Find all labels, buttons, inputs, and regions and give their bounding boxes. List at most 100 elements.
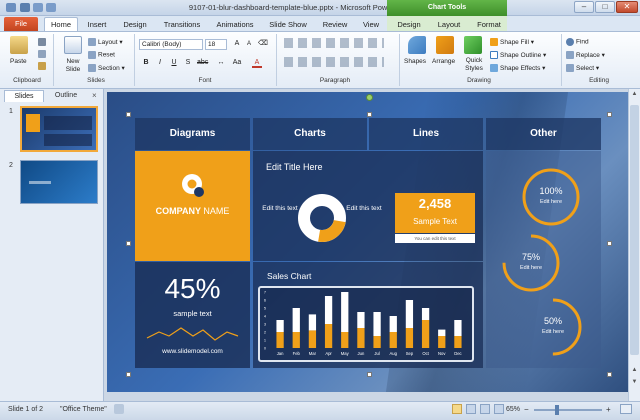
zoom-in-icon[interactable]: + bbox=[606, 405, 611, 414]
bar-segment-base[interactable] bbox=[389, 332, 397, 348]
selection-handle[interactable] bbox=[126, 372, 131, 377]
bar-segment-base[interactable] bbox=[373, 336, 381, 348]
tab-chart-format[interactable]: Format bbox=[472, 18, 506, 31]
format-painter-icon[interactable] bbox=[38, 62, 46, 70]
strikethrough-button[interactable]: abc bbox=[197, 58, 208, 68]
font-color-button[interactable]: A bbox=[252, 58, 262, 68]
find-button[interactable]: Find bbox=[566, 38, 589, 46]
slide-thumbnail-1[interactable] bbox=[20, 106, 98, 152]
save-icon[interactable] bbox=[20, 3, 30, 12]
font-name-select[interactable]: Calibri (Body) bbox=[139, 39, 203, 50]
bar-segment-top[interactable] bbox=[438, 329, 446, 336]
selection-handle[interactable] bbox=[607, 372, 612, 377]
select-button[interactable]: Select ▾ bbox=[566, 64, 599, 73]
maximize-button[interactable]: □ bbox=[595, 1, 615, 13]
app-icon[interactable] bbox=[6, 3, 16, 12]
bar-segment-base[interactable] bbox=[324, 324, 333, 348]
replace-button[interactable]: Replace ▾ bbox=[566, 51, 605, 60]
shrink-font-button[interactable]: A bbox=[244, 39, 254, 49]
tab-file[interactable]: File bbox=[4, 17, 38, 31]
sales-bar-chart[interactable]: 7 6 5 4 3 2 1 0 Jan Feb Mar Apr May Jun Jul Aug Sep Oct No… bbox=[260, 288, 472, 360]
shape-fill-button[interactable]: Shape Fill ▾ bbox=[490, 38, 534, 47]
tab-slide-show[interactable]: Slide Show bbox=[266, 18, 310, 31]
shape-effects-button[interactable]: Shape Effects ▾ bbox=[490, 64, 545, 73]
bar-segment-base[interactable] bbox=[341, 332, 349, 348]
paragraph-list-buttons[interactable] bbox=[284, 38, 384, 48]
zoom-out-icon[interactable]: − bbox=[524, 405, 529, 414]
tab-chart-design[interactable]: Design bbox=[392, 18, 426, 31]
quick-styles-icon[interactable] bbox=[464, 36, 482, 54]
bar-segment-base[interactable] bbox=[405, 328, 414, 348]
section-button[interactable]: Section ▾ bbox=[88, 64, 125, 73]
selection-handle[interactable] bbox=[126, 112, 131, 117]
tab-transitions[interactable]: Transitions bbox=[158, 18, 206, 31]
slide-thumbnail-2[interactable] bbox=[20, 160, 98, 204]
char-spacing-button[interactable]: ↔ bbox=[216, 58, 226, 68]
redo-icon[interactable] bbox=[46, 3, 56, 12]
bar-segment-top[interactable] bbox=[324, 296, 333, 324]
selection-handle[interactable] bbox=[126, 241, 131, 246]
bar-segment-top[interactable] bbox=[308, 314, 317, 331]
pane-tab-outline[interactable]: Outline bbox=[46, 90, 86, 102]
shape-outline-button[interactable]: Shape Outline ▾ bbox=[490, 51, 546, 60]
italic-button[interactable]: I bbox=[155, 58, 165, 68]
bar-segment-base[interactable] bbox=[454, 336, 462, 348]
bar-segment-top[interactable] bbox=[357, 312, 365, 328]
vertical-scrollbar[interactable]: ▲ ▲ ▼ bbox=[628, 89, 640, 401]
bar-segment-top[interactable] bbox=[389, 316, 397, 332]
tab-review[interactable]: Review bbox=[318, 18, 352, 31]
zoom-slider[interactable] bbox=[534, 409, 602, 411]
bar-segment-top[interactable] bbox=[405, 300, 414, 328]
bar-segment-base[interactable] bbox=[276, 332, 284, 348]
bar-segment-top[interactable] bbox=[454, 320, 462, 336]
font-size-select[interactable]: 18 bbox=[205, 39, 227, 50]
rotation-handle[interactable] bbox=[366, 94, 373, 101]
tab-animations[interactable]: Animations bbox=[212, 18, 258, 31]
clear-format-icon[interactable]: ⌫ bbox=[258, 39, 268, 49]
grow-font-button[interactable]: A bbox=[232, 39, 242, 49]
bar-segment-base[interactable] bbox=[308, 330, 317, 348]
selection-handle[interactable] bbox=[607, 112, 612, 117]
zoom-slider-thumb[interactable] bbox=[555, 405, 559, 415]
new-slide-button[interactable]: New Slide bbox=[61, 58, 85, 74]
paste-icon[interactable] bbox=[10, 36, 28, 54]
bar-segment-base[interactable] bbox=[292, 332, 300, 348]
underline-button[interactable]: U bbox=[169, 58, 179, 68]
selection-handle[interactable] bbox=[607, 241, 612, 246]
tab-chart-layout[interactable]: Layout bbox=[432, 18, 466, 31]
paragraph-align-buttons[interactable] bbox=[284, 57, 384, 67]
pane-close-icon[interactable]: × bbox=[92, 91, 97, 100]
undo-icon[interactable] bbox=[33, 3, 43, 12]
fit-to-window-icon[interactable] bbox=[620, 404, 632, 414]
reset-button[interactable]: Reset bbox=[88, 51, 115, 59]
bar-segment-base[interactable] bbox=[421, 320, 430, 348]
shapes-button[interactable]: Shapes bbox=[404, 58, 426, 65]
shapes-icon[interactable] bbox=[408, 36, 426, 54]
bar-segment-top[interactable] bbox=[292, 308, 300, 332]
normal-view-icon[interactable] bbox=[452, 404, 462, 414]
bar-segment-base[interactable] bbox=[357, 328, 365, 348]
tab-insert[interactable]: Insert bbox=[82, 18, 112, 31]
slide-sorter-icon[interactable] bbox=[466, 404, 476, 414]
selection-handle[interactable] bbox=[367, 112, 372, 117]
selection-handle[interactable] bbox=[367, 372, 372, 377]
quick-styles-button[interactable]: Quick Styles bbox=[461, 57, 487, 73]
tab-design[interactable]: Design bbox=[118, 18, 152, 31]
bar-segment-top[interactable] bbox=[341, 292, 349, 332]
bold-button[interactable]: B bbox=[141, 58, 151, 68]
slideshow-view-icon[interactable] bbox=[494, 404, 504, 414]
cut-icon[interactable] bbox=[38, 38, 46, 46]
new-slide-icon[interactable] bbox=[64, 36, 82, 54]
bar-segment-base[interactable] bbox=[438, 336, 446, 348]
bar-segment-top[interactable] bbox=[373, 312, 381, 336]
layout-button[interactable]: Layout ▾ bbox=[88, 38, 123, 47]
tab-home[interactable]: Home bbox=[44, 17, 78, 32]
paste-button[interactable]: Paste bbox=[10, 58, 27, 65]
tab-view[interactable]: View bbox=[358, 18, 384, 31]
shadow-button[interactable]: S bbox=[183, 58, 193, 68]
close-button[interactable]: ✕ bbox=[616, 1, 638, 13]
arrange-button[interactable]: Arrange bbox=[432, 58, 455, 65]
bar-segment-top[interactable] bbox=[276, 320, 284, 332]
minimize-button[interactable]: – bbox=[574, 1, 594, 13]
arrange-icon[interactable] bbox=[436, 36, 454, 54]
